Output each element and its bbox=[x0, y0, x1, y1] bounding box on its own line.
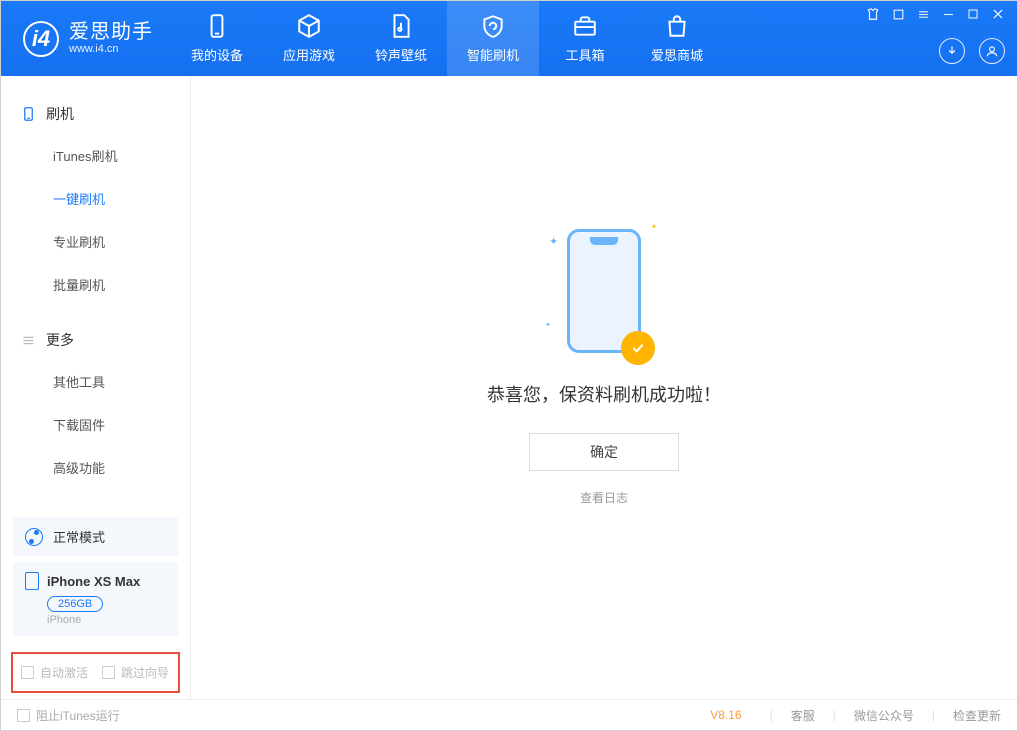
shirt-icon[interactable] bbox=[866, 7, 880, 21]
sidebar-section-flash: 刷机 bbox=[1, 94, 190, 134]
header-right bbox=[866, 1, 1005, 76]
phone-icon bbox=[204, 13, 230, 39]
sidebar: 刷机 iTunes刷机 一键刷机 专业刷机 批量刷机 更多 其他工具 下载固件 … bbox=[1, 76, 191, 699]
device-icon bbox=[21, 105, 36, 123]
footer: 阻止iTunes运行 V8.16 | 客服 | 微信公众号 | 检查更新 bbox=[1, 699, 1017, 730]
box-icon[interactable] bbox=[892, 8, 905, 21]
logo-text: 爱思助手 www.i4.cn bbox=[69, 21, 153, 55]
app-title: 爱思助手 bbox=[69, 21, 153, 43]
tab-apps-games[interactable]: 应用游戏 bbox=[263, 1, 355, 76]
window-controls bbox=[866, 7, 1005, 21]
tab-label: 我的设备 bbox=[191, 45, 243, 64]
tab-label: 智能刷机 bbox=[467, 45, 519, 64]
sidebar-item-advanced[interactable]: 高级功能 bbox=[1, 446, 190, 489]
tab-smart-flash[interactable]: 智能刷机 bbox=[447, 1, 539, 76]
sidebar-item-batch-flash[interactable]: 批量刷机 bbox=[1, 263, 190, 306]
footer-link-update[interactable]: 检查更新 bbox=[953, 707, 1001, 724]
header: i4 爱思助手 www.i4.cn 我的设备 应用游戏 铃声壁纸 智能刷机 工具… bbox=[1, 1, 1017, 76]
separator: | bbox=[770, 708, 773, 722]
mode-label: 正常模式 bbox=[53, 527, 105, 546]
sidebar-item-pro-flash[interactable]: 专业刷机 bbox=[1, 220, 190, 263]
checkbox-label: 阻止iTunes运行 bbox=[36, 707, 120, 724]
checkbox-skip-guide[interactable]: 跳过向导 bbox=[102, 664, 169, 681]
sidebar-item-oneclick-flash[interactable]: 一键刷机 bbox=[1, 177, 190, 220]
footer-links: V8.16 | 客服 | 微信公众号 | 检查更新 bbox=[710, 707, 1001, 724]
ok-button[interactable]: 确定 bbox=[529, 433, 679, 471]
storage-badge: 256GB bbox=[47, 596, 103, 612]
tab-my-device[interactable]: 我的设备 bbox=[171, 1, 263, 76]
version-label: V8.16 bbox=[710, 708, 741, 722]
tab-label: 应用游戏 bbox=[283, 45, 335, 64]
device-panel: 正常模式 iPhone XS Max 256GB iPhone bbox=[13, 517, 178, 636]
success-message: 恭喜您，保资料刷机成功啦！ bbox=[487, 381, 721, 407]
device-row[interactable]: iPhone XS Max 256GB iPhone bbox=[13, 562, 178, 636]
tab-store[interactable]: 爱思商城 bbox=[631, 1, 723, 76]
checkbox-icon bbox=[17, 709, 30, 722]
footer-link-support[interactable]: 客服 bbox=[791, 707, 815, 724]
device-name-row: iPhone XS Max bbox=[25, 572, 166, 590]
download-icon bbox=[945, 44, 959, 58]
device-phone-icon bbox=[25, 572, 39, 590]
toolbox-icon bbox=[572, 13, 598, 39]
checkbox-block-itunes[interactable]: 阻止iTunes运行 bbox=[17, 707, 120, 724]
mode-icon bbox=[25, 528, 43, 546]
menu-icon[interactable] bbox=[917, 8, 930, 21]
download-button[interactable] bbox=[939, 38, 965, 64]
checkbox-label: 跳过向导 bbox=[121, 664, 169, 681]
separator: | bbox=[833, 708, 836, 722]
sidebar-section-more: 更多 bbox=[1, 320, 190, 360]
section-title-label: 刷机 bbox=[46, 104, 74, 124]
tab-ringtone-wallpaper[interactable]: 铃声壁纸 bbox=[355, 1, 447, 76]
checkbox-icon bbox=[21, 666, 34, 679]
more-icon bbox=[21, 333, 36, 348]
body: 刷机 iTunes刷机 一键刷机 专业刷机 批量刷机 更多 其他工具 下载固件 … bbox=[1, 76, 1017, 699]
refresh-shield-icon bbox=[480, 13, 506, 39]
section-title-label: 更多 bbox=[46, 330, 74, 350]
logo-area: i4 爱思助手 www.i4.cn bbox=[1, 21, 171, 57]
footer-link-wechat[interactable]: 微信公众号 bbox=[854, 707, 914, 724]
sidebar-item-itunes-flash[interactable]: iTunes刷机 bbox=[1, 134, 190, 177]
sidebar-item-download-firmware[interactable]: 下载固件 bbox=[1, 403, 190, 446]
logo-icon: i4 bbox=[23, 21, 59, 57]
sparkle-icon: ✦ bbox=[651, 223, 657, 231]
mode-row[interactable]: 正常模式 bbox=[13, 517, 178, 556]
sparkle-icon: ✦ bbox=[545, 321, 551, 329]
user-icon bbox=[985, 44, 999, 58]
bag-icon bbox=[664, 13, 690, 39]
account-button[interactable] bbox=[979, 38, 1005, 64]
tab-label: 工具箱 bbox=[565, 45, 604, 64]
app-url: www.i4.cn bbox=[69, 43, 153, 55]
checkbox-label: 自动激活 bbox=[40, 664, 88, 681]
check-badge-icon bbox=[621, 331, 655, 365]
nav-tabs: 我的设备 应用游戏 铃声壁纸 智能刷机 工具箱 爱思商城 bbox=[171, 1, 723, 76]
highlighted-checkbox-area: 自动激活 跳过向导 bbox=[11, 652, 180, 693]
device-name: iPhone XS Max bbox=[47, 574, 140, 589]
view-log-link[interactable]: 查看日志 bbox=[580, 489, 628, 506]
close-icon[interactable] bbox=[991, 7, 1005, 21]
separator: | bbox=[932, 708, 935, 722]
success-illustration: ✦ ✦ ✦ bbox=[559, 229, 649, 359]
main-content: ✦ ✦ ✦ 恭喜您，保资料刷机成功啦！ 确定 查看日志 bbox=[191, 76, 1017, 699]
sidebar-item-other-tools[interactable]: 其他工具 bbox=[1, 360, 190, 403]
user-controls bbox=[939, 38, 1005, 64]
device-type: iPhone bbox=[47, 614, 166, 626]
tab-label: 爱思商城 bbox=[651, 45, 703, 64]
music-file-icon bbox=[388, 13, 414, 39]
tab-toolbox[interactable]: 工具箱 bbox=[539, 1, 631, 76]
tab-label: 铃声壁纸 bbox=[375, 45, 427, 64]
cube-icon bbox=[296, 13, 322, 39]
minimize-icon[interactable] bbox=[942, 8, 955, 21]
maximize-icon[interactable] bbox=[967, 8, 979, 20]
checkbox-auto-activate[interactable]: 自动激活 bbox=[21, 664, 88, 681]
sparkle-icon: ✦ bbox=[549, 235, 558, 248]
checkbox-icon bbox=[102, 666, 115, 679]
